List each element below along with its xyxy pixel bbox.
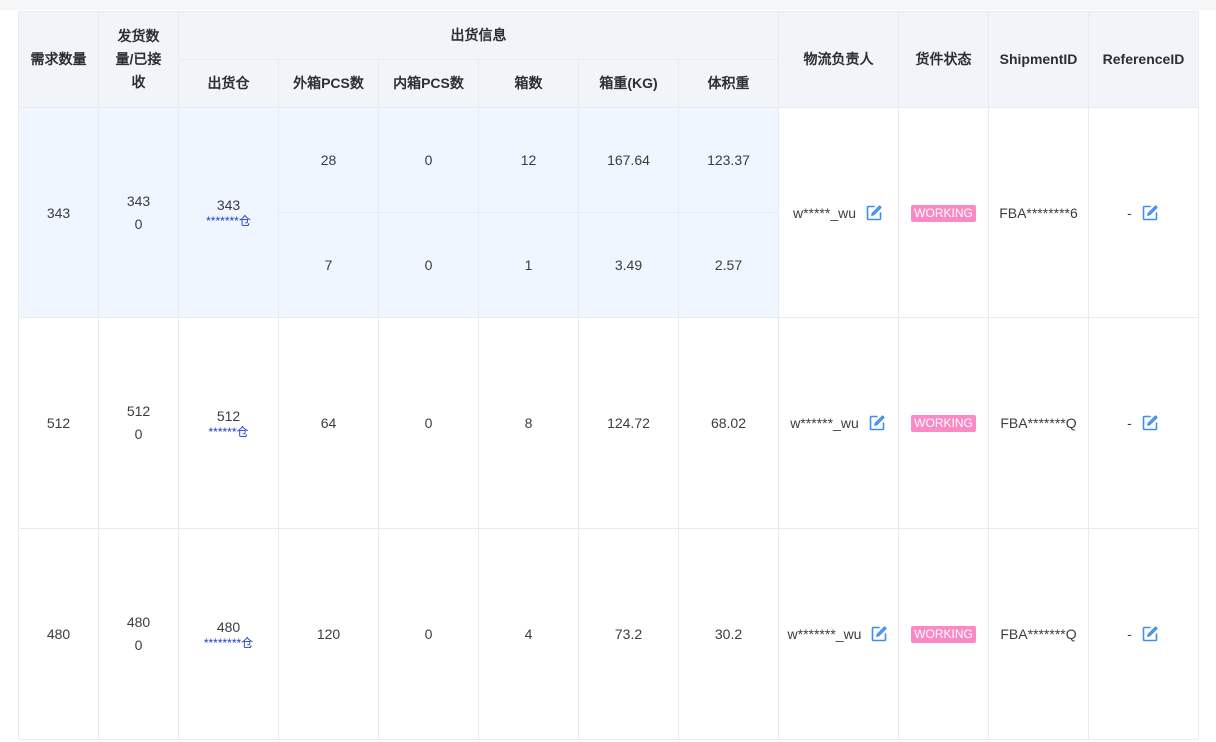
box-count-cell: 8: [478, 317, 579, 529]
volume-weight-cell: 30.2: [678, 528, 779, 740]
edit-icon[interactable]: [867, 413, 887, 433]
edit-icon[interactable]: [1140, 203, 1160, 223]
box-weight-cell: 73.2: [578, 528, 679, 740]
header-box-count: 箱数: [478, 59, 579, 108]
shipment-id-cell: FBA********6: [988, 107, 1089, 318]
inner-pcs-cell: 0: [378, 317, 479, 529]
received-qty: 0: [134, 426, 143, 442]
outer-pcs-cell: 120: [278, 528, 379, 740]
warehouse-name: ********仓: [203, 635, 254, 650]
inner-pcs-cell: 0: [378, 107, 479, 213]
shipped-received-cell: 512 0: [98, 317, 179, 529]
outer-pcs-cell: 64: [278, 317, 379, 529]
status-badge: WORKING: [911, 204, 976, 222]
edit-icon[interactable]: [1140, 413, 1160, 433]
outer-pcs-cell: 28: [278, 107, 379, 213]
cargo-status-cell: WORKING: [898, 317, 989, 529]
owner-name: w******_wu: [790, 415, 859, 431]
inner-pcs-cell: 0: [378, 212, 479, 318]
header-reference-id: ReferenceID: [1088, 11, 1199, 108]
warehouse-qty: 343: [216, 197, 241, 213]
shipment-id-cell: FBA*******Q: [988, 317, 1089, 529]
shipped-qty: 480: [126, 614, 151, 630]
logistics-owner-cell: w******_wu: [778, 317, 899, 529]
header-box-weight: 箱重(KG): [578, 59, 679, 108]
reference-id-value: -: [1127, 626, 1132, 642]
box-weight-cell: 167.64: [578, 107, 679, 213]
edit-icon[interactable]: [1140, 624, 1160, 644]
box-weight-cell: 3.49: [578, 212, 679, 318]
header-logistics-owner: 物流负责人: [778, 11, 899, 108]
reference-id-cell: -: [1088, 317, 1199, 529]
shipment-id-cell: FBA*******Q: [988, 528, 1089, 740]
received-qty: 0: [134, 637, 143, 653]
table-row: 343 343 0 343 *******仓 28 0 12 167.64 12…: [18, 107, 1199, 318]
edit-icon[interactable]: [864, 203, 884, 223]
header-volume-weight: 体积重: [678, 59, 779, 108]
inner-pcs-cell: 0: [378, 528, 479, 740]
demand-qty-cell: 512: [18, 317, 99, 529]
warehouse-cell: 512 ******仓: [178, 317, 279, 529]
header-demand-qty: 需求数量: [18, 11, 99, 108]
table-row: 512 512 0 512 ******仓 64 0 8 124.72 68.0…: [18, 317, 1199, 529]
header-warehouse: 出货仓: [178, 59, 279, 108]
shipment-table: 需求数量 发货数量/已接收 出货信息 物流负责人 货件状态 ShipmentID…: [18, 11, 1199, 740]
status-badge: WORKING: [911, 415, 976, 432]
reference-id-value: -: [1127, 204, 1132, 221]
reference-id-value: -: [1127, 415, 1132, 431]
header-shipped-received: 发货数量/已接收: [98, 11, 179, 108]
edit-icon[interactable]: [869, 624, 889, 644]
table-row: 480 480 0 480 ********仓 120 0 4 73.2 30.…: [18, 528, 1199, 740]
box-count-cell: 1: [478, 212, 579, 318]
shipped-qty: 343: [126, 192, 151, 209]
header-outer-pcs: 外箱PCS数: [278, 59, 379, 108]
box-count-cell: 12: [478, 107, 579, 213]
warehouse-cell: 343 *******仓: [178, 107, 279, 318]
logistics-owner-cell: w*******_wu: [778, 528, 899, 740]
reference-id-cell: -: [1088, 107, 1199, 318]
header-shipment-id: ShipmentID: [988, 11, 1089, 108]
volume-weight-cell: 68.02: [678, 317, 779, 529]
header-inner-pcs: 内箱PCS数: [378, 59, 479, 108]
volume-weight-cell: 2.57: [678, 212, 779, 318]
warehouse-cell: 480 ********仓: [178, 528, 279, 740]
status-badge: WORKING: [911, 626, 976, 643]
header-cargo-status: 货件状态: [898, 11, 989, 108]
shipped-qty: 512: [126, 403, 151, 419]
warehouse-qty: 512: [216, 407, 241, 424]
cargo-status-cell: WORKING: [898, 107, 989, 318]
header-shipped-received-label: 发货数量/已接收: [115, 28, 162, 90]
demand-qty-cell: 480: [18, 528, 99, 740]
owner-name: w*******_wu: [787, 626, 862, 642]
box-weight-cell: 124.72: [578, 317, 679, 529]
reference-id-cell: -: [1088, 528, 1199, 740]
owner-name: w*****_wu: [792, 204, 857, 221]
shipment-table-container: 需求数量 发货数量/已接收 出货信息 物流负责人 货件状态 ShipmentID…: [18, 11, 1200, 742]
top-strip: [0, 0, 1216, 10]
cargo-status-cell: WORKING: [898, 528, 989, 740]
warehouse-qty: 480: [216, 618, 241, 635]
outer-pcs-cell: 7: [278, 212, 379, 318]
demand-qty-cell: 343: [18, 107, 99, 318]
volume-weight-cell: 123.37: [678, 107, 779, 213]
logistics-owner-cell: w*****_wu: [778, 107, 899, 318]
header-ship-info: 出货信息: [178, 11, 779, 60]
shipped-received-cell: 343 0: [98, 107, 179, 318]
warehouse-name: *******仓: [206, 214, 251, 228]
warehouse-name: ******仓: [208, 424, 249, 439]
shipped-received-cell: 480 0: [98, 528, 179, 740]
received-qty: 0: [134, 215, 143, 232]
table-header: 需求数量 发货数量/已接收 出货信息 物流负责人 货件状态 ShipmentID…: [18, 11, 1199, 108]
box-count-cell: 4: [478, 528, 579, 740]
